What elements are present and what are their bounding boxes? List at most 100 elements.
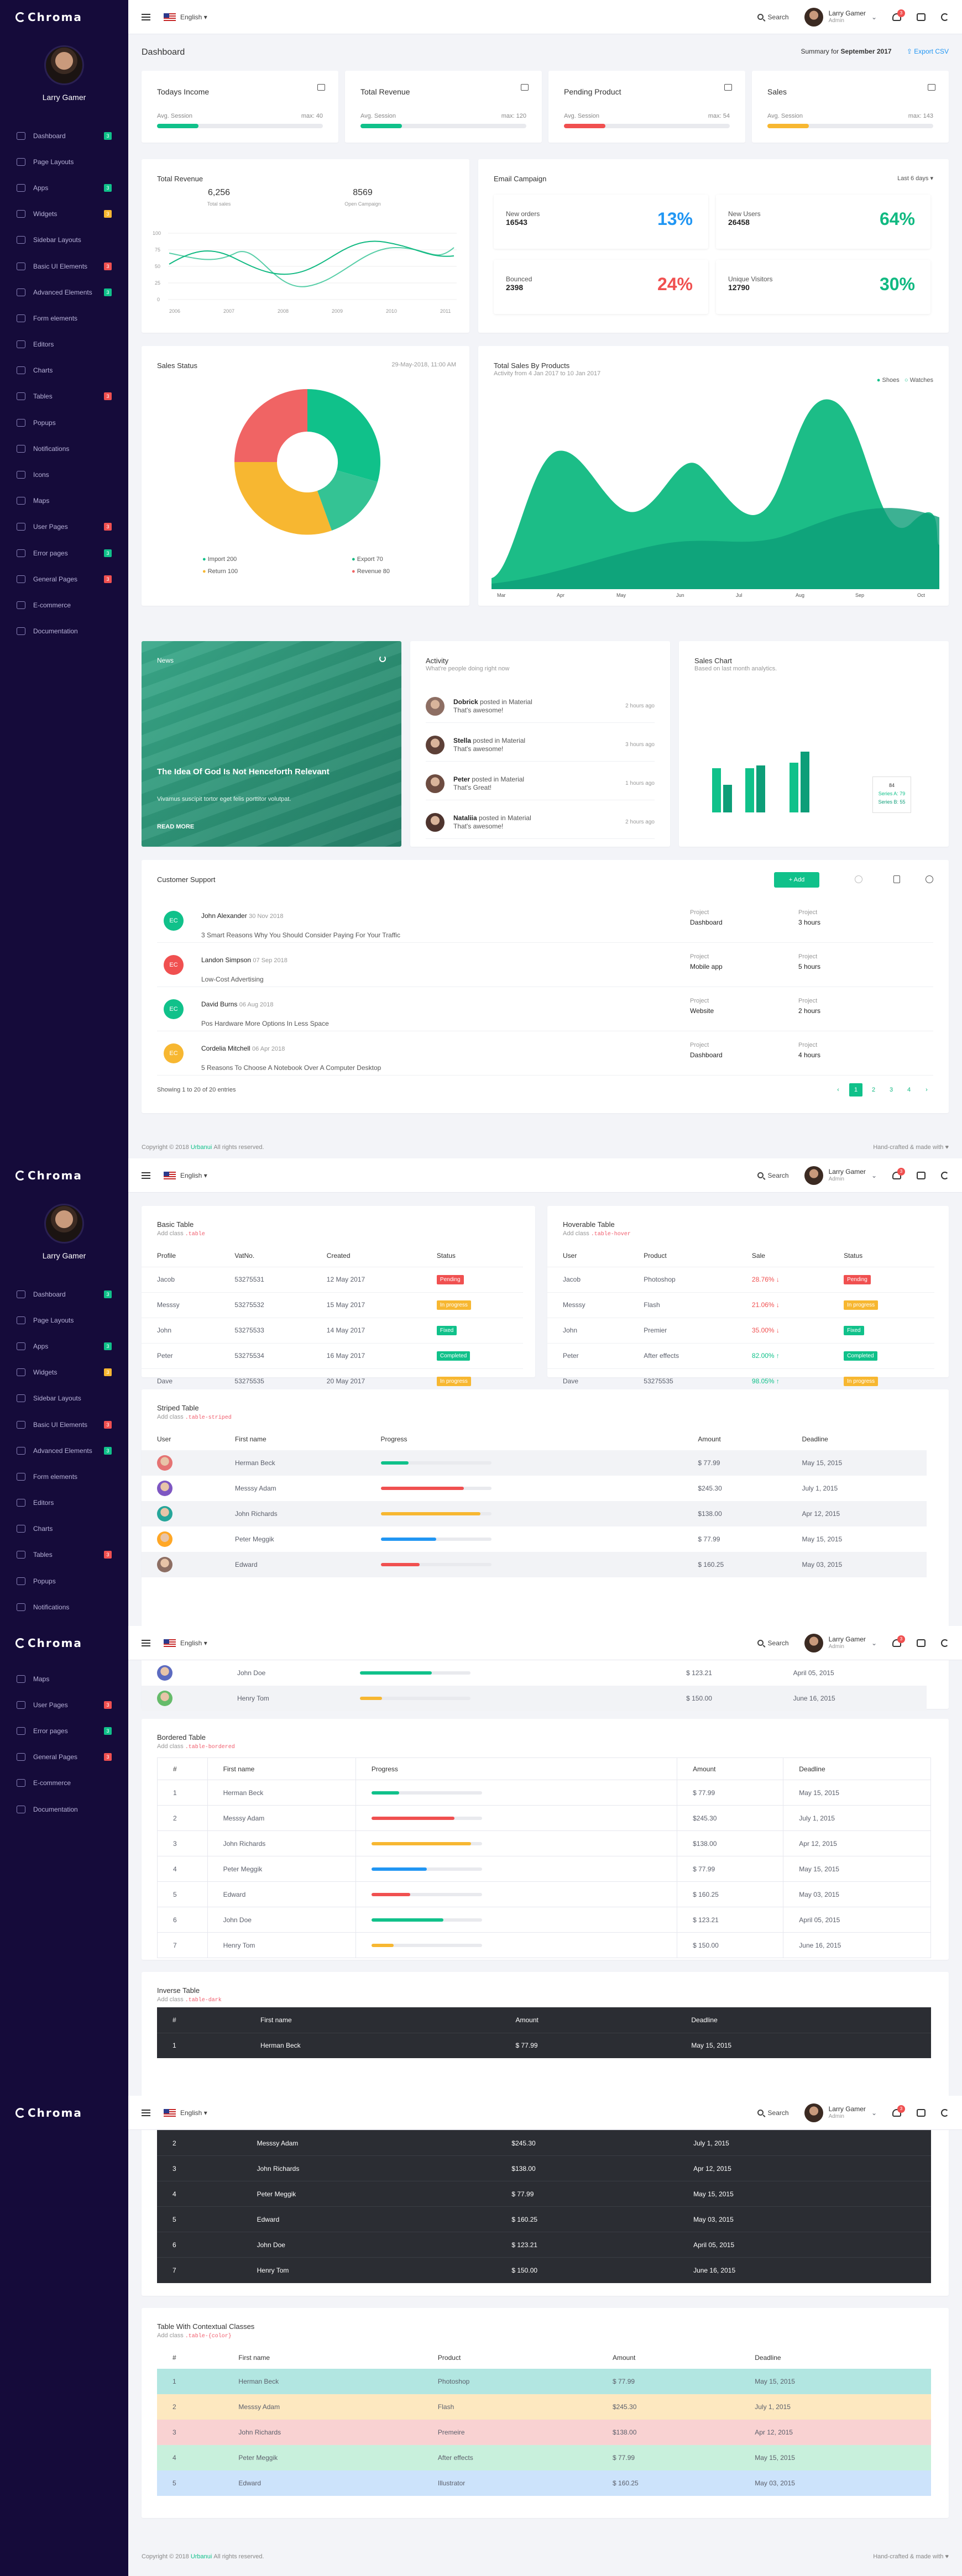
- table-row[interactable]: John Premier 35.00% ↓ Fixed: [547, 1318, 934, 1343]
- table-row[interactable]: 4 Peter Meggik After effects $ 77.99 May 15,…: [157, 2445, 931, 2470]
- sidebar-item-form-elements[interactable]: Form elements: [0, 305, 128, 331]
- bell-icon[interactable]: 3: [892, 1635, 905, 1647]
- sidebar-item-tables[interactable]: Tables 3: [0, 1542, 128, 1568]
- table-row[interactable]: 1 Herman Beck $ 77.99 May 15, 2015: [157, 2033, 931, 2058]
- page-link[interactable]: 1: [849, 1083, 862, 1096]
- table-row[interactable]: John Richards $138.00 Apr 12, 2015: [142, 1501, 927, 1526]
- page-link[interactable]: ›: [920, 1083, 933, 1096]
- search-button[interactable]: Search: [757, 1172, 789, 1179]
- table-row[interactable]: 6 John Doe $ 123.21 April 05, 2015: [157, 1907, 931, 1933]
- sidebar-item-editors[interactable]: Editors: [0, 1490, 128, 1516]
- bell-icon[interactable]: 3: [892, 2105, 905, 2117]
- mail-icon[interactable]: [917, 2108, 926, 2117]
- theme-toggle-icon[interactable]: [941, 1639, 949, 1647]
- sidebar-item-popups[interactable]: Popups: [0, 410, 128, 436]
- language-select[interactable]: English ▾: [180, 1172, 207, 1179]
- sidebar-item-documentation[interactable]: Documentation: [0, 1796, 128, 1822]
- sidebar-item-widgets[interactable]: Widgets 3: [0, 1360, 128, 1386]
- sidebar-item-notifications[interactable]: Notifications: [0, 436, 128, 461]
- table-row[interactable]: Jacob Photoshop 28.76% ↓ Pending: [547, 1267, 934, 1292]
- table-row[interactable]: John 53275533 14 May 2017 Fixed: [142, 1318, 523, 1343]
- table-row[interactable]: 5 Edward Illustrator $ 160.25 May 03, 2015: [157, 2470, 931, 2496]
- page-link[interactable]: ‹: [832, 1083, 845, 1096]
- table-row[interactable]: Messsy Flash 21.06% ↓ In progress: [547, 1292, 934, 1318]
- bell-icon[interactable]: 3: [892, 1167, 905, 1179]
- sidebar-item-sidebar-layouts[interactable]: Sidebar Layouts: [0, 227, 128, 253]
- page-link[interactable]: 4: [902, 1083, 916, 1096]
- language-select[interactable]: English ▾: [180, 13, 207, 21]
- sidebar-item-e-commerce[interactable]: E-commerce: [0, 1770, 128, 1796]
- sidebar-item-popups[interactable]: Popups: [0, 1568, 128, 1594]
- search-button[interactable]: Search: [757, 1639, 789, 1647]
- sidebar-item-tables[interactable]: Tables 3: [0, 384, 128, 410]
- table-row[interactable]: Messsy Adam $245.30 July 1, 2015: [142, 1476, 927, 1501]
- user-menu[interactable]: Larry Gamer Admin ⌄: [804, 1166, 877, 1185]
- sidebar-item-basic-ui-elements[interactable]: Basic UI Elements 3: [0, 253, 128, 279]
- user-menu[interactable]: Larry Gamer Admin ⌄: [804, 1633, 877, 1652]
- ticket-row[interactable]: EC Cordelia Mitchell 06 Apr 2018 5 Reason…: [157, 1031, 933, 1075]
- table-row[interactable]: Henry Tom $ 150.00 June 16, 2015: [142, 1686, 927, 1711]
- theme-toggle-icon[interactable]: [941, 13, 949, 21]
- sidebar-item-general-pages[interactable]: General Pages 3: [0, 566, 128, 592]
- table-row[interactable]: 3 John Richards $138.00 Apr 12, 2015: [157, 1830, 931, 1856]
- sidebar-item-e-commerce[interactable]: E-commerce: [0, 592, 128, 618]
- sidebar-item-editors[interactable]: Editors: [0, 332, 128, 358]
- table-row[interactable]: 2 Messsy Adam $245.30 July 1, 2015: [157, 2130, 931, 2156]
- table-row[interactable]: Herman Beck $ 77.99 May 15, 2015: [142, 1450, 927, 1476]
- user-menu[interactable]: Larry Gamer Admin ⌄: [804, 7, 877, 27]
- ticket-row[interactable]: EC John Alexander 30 Nov 2018 3 Smart Rea…: [157, 899, 933, 943]
- sidebar-item-documentation[interactable]: Documentation: [0, 618, 128, 644]
- table-row[interactable]: 7 Henry Tom $ 150.00 June 16, 2015: [157, 1932, 931, 1958]
- table-row[interactable]: Edward $ 160.25 May 03, 2015: [142, 1552, 927, 1577]
- table-row[interactable]: Messsy 53275532 15 May 2017 In progress: [142, 1292, 523, 1318]
- sidebar-item-user-pages[interactable]: User Pages 3: [0, 1692, 128, 1718]
- sidebar-item-maps[interactable]: Maps: [0, 488, 128, 514]
- avatar[interactable]: [44, 45, 84, 85]
- sidebar-item-user-pages[interactable]: User Pages 3: [0, 514, 128, 540]
- brand-logo[interactable]: Chroma: [0, 2096, 128, 2130]
- mail-icon[interactable]: [917, 1171, 926, 1179]
- theme-toggle-icon[interactable]: [941, 1171, 949, 1179]
- ticket-row[interactable]: EC David Burns 06 Aug 2018 Pos Hardware M…: [157, 987, 933, 1031]
- sidebar-item-error-pages[interactable]: Error pages 3: [0, 1718, 128, 1744]
- table-row[interactable]: Peter Meggik $ 77.99 May 15, 2015: [142, 1526, 927, 1552]
- eye-icon[interactable]: [926, 875, 933, 883]
- sidebar-item-charts[interactable]: Charts: [0, 358, 128, 384]
- table-row[interactable]: 4 Peter Meggik $ 77.99 May 15, 2015: [157, 1856, 931, 1882]
- ticket-row[interactable]: EC Landon Simpson 07 Sep 2018 Low-Cost Ad…: [157, 943, 933, 987]
- brand-logo[interactable]: Chroma: [0, 1626, 128, 1660]
- brand-logo[interactable]: Chroma: [0, 0, 128, 34]
- table-row[interactable]: 1 Herman Beck Photoshop $ 77.99 May 15, 2015: [157, 2369, 931, 2394]
- activity-item[interactable]: Nataliia posted in Material That's awesom…: [426, 806, 655, 839]
- table-row[interactable]: 2 Messsy Adam $245.30 July 1, 2015: [157, 1805, 931, 1831]
- bell-icon[interactable]: 3: [892, 9, 905, 21]
- user-menu[interactable]: Larry Gamer Admin ⌄: [804, 2103, 877, 2122]
- page-link[interactable]: 3: [885, 1083, 898, 1096]
- menu-toggle-icon[interactable]: [142, 2109, 150, 2116]
- avatar[interactable]: [44, 1204, 84, 1244]
- table-row[interactable]: 5 Edward $ 160.25 May 03, 2015: [157, 2206, 931, 2232]
- activity-item[interactable]: Dobrick posted in Material That's awesome…: [426, 690, 655, 723]
- sidebar-item-icons[interactable]: Icons: [0, 461, 128, 487]
- table-row[interactable]: 4 Peter Meggik $ 77.99 May 15, 2015: [157, 2181, 931, 2207]
- brand-logo[interactable]: Chroma: [0, 1158, 128, 1193]
- language-select[interactable]: English ▾: [180, 1639, 207, 1647]
- search-button[interactable]: Search: [757, 13, 789, 21]
- sidebar-item-general-pages[interactable]: General Pages 3: [0, 1744, 128, 1770]
- sidebar-item-advanced-elements[interactable]: Advanced Elements 3: [0, 1437, 128, 1463]
- menu-toggle-icon[interactable]: [142, 1639, 150, 1646]
- activity-item[interactable]: Stella posted in Material That's awesome!…: [426, 728, 655, 762]
- sidebar-item-advanced-elements[interactable]: Advanced Elements 3: [0, 279, 128, 305]
- table-row[interactable]: 7 Henry Tom $ 150.00 June 16, 2015: [157, 2257, 931, 2283]
- menu-toggle-icon[interactable]: [142, 13, 150, 20]
- sidebar-item-sidebar-layouts[interactable]: Sidebar Layouts: [0, 1386, 128, 1412]
- refresh-icon[interactable]: [379, 655, 386, 662]
- activity-item[interactable]: Peter posted in Material That's Great! 1 …: [426, 767, 655, 800]
- table-row[interactable]: 5 Edward $ 160.25 May 03, 2015: [157, 1881, 931, 1907]
- settings-icon[interactable]: [855, 875, 862, 883]
- table-row[interactable]: Peter After effects 82.00% ↑ Completed: [547, 1343, 934, 1368]
- sidebar-item-dashboard[interactable]: Dashboard 3: [0, 123, 128, 149]
- table-row[interactable]: Jacob 53275531 12 May 2017 Pending: [142, 1267, 523, 1292]
- news-card[interactable]: News The Idea Of God Is Not Henceforth R…: [142, 641, 401, 847]
- mail-icon[interactable]: [917, 13, 926, 21]
